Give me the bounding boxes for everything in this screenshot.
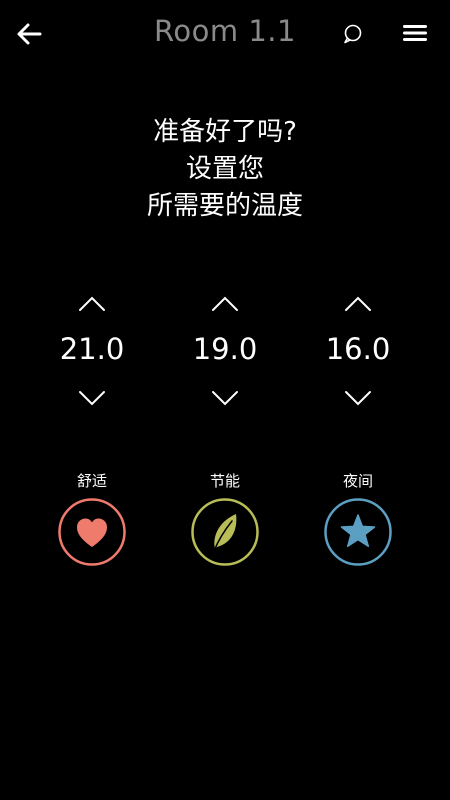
heading-line-3: 所需要的温度 — [146, 191, 303, 221]
page-title: Room 1.1 — [154, 14, 296, 48]
chevron-down-icon[interactable] — [343, 388, 373, 408]
temperature-value: 21.0 — [59, 332, 125, 366]
chevron-down-icon[interactable] — [77, 388, 107, 408]
mode-night: 夜间 — [298, 470, 418, 580]
leaf-icon — [191, 498, 259, 566]
mode-comfort: 舒适 — [32, 470, 152, 580]
top-bar: Room 1.1 — [0, 0, 450, 66]
chat-button[interactable] — [338, 20, 366, 48]
temperature-eco: 19.0 — [165, 286, 285, 416]
heading-line-2: 设置您 — [185, 154, 264, 184]
chevron-up-icon[interactable] — [343, 294, 373, 314]
temperature-value: 16.0 — [325, 332, 391, 366]
comfort-mode-button[interactable] — [57, 497, 127, 567]
chevron-up-icon[interactable] — [210, 294, 240, 314]
temperature-comfort: 21.0 — [32, 286, 152, 416]
eco-mode-button[interactable] — [190, 497, 260, 567]
chat-bubble-icon — [344, 24, 362, 44]
star-icon — [324, 498, 392, 566]
mode-label: 舒适 — [76, 472, 107, 490]
night-mode-button[interactable] — [323, 497, 393, 567]
chevron-down-icon[interactable] — [210, 388, 240, 408]
chevron-up-icon[interactable] — [77, 294, 107, 314]
heart-icon — [58, 498, 126, 566]
hamburger-menu-icon — [403, 25, 427, 41]
temperature-night: 16.0 — [298, 286, 418, 416]
mode-label: 夜间 — [342, 472, 373, 490]
temperature-value: 19.0 — [192, 332, 258, 366]
heading-prompt: 准备好了吗? — [153, 117, 297, 147]
heading: 准备好了吗? 设置您 所需要的温度 — [0, 114, 450, 225]
mode-label: 节能 — [209, 472, 240, 490]
menu-button[interactable] — [398, 18, 432, 48]
mode-eco: 节能 — [165, 470, 285, 580]
